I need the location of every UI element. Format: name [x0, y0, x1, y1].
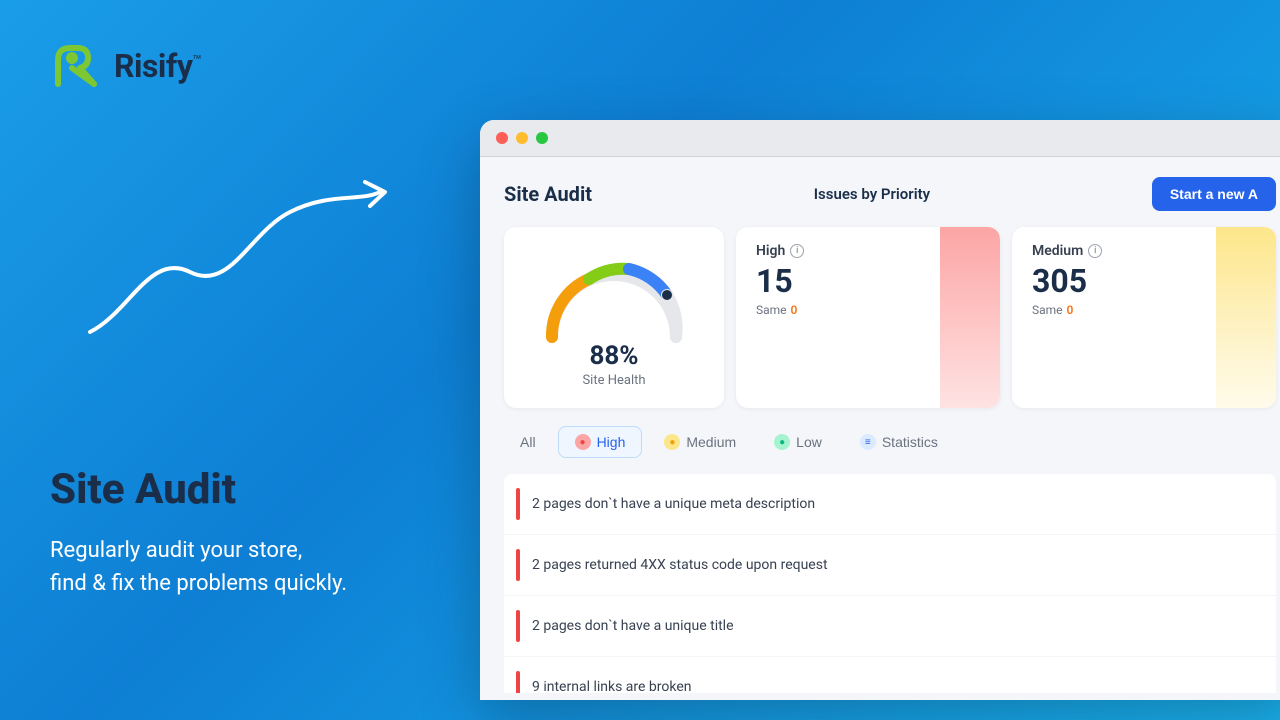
tab-high-icon: ● [575, 434, 591, 450]
filter-tabs: All ● High ● Medium ● Low ≡ Statistics [504, 426, 1276, 458]
wave-arrow-decoration [70, 172, 390, 372]
tab-low-icon: ● [774, 434, 790, 450]
issue-item[interactable]: 2 pages don`t have a unique meta descrip… [504, 474, 1276, 535]
issue-item[interactable]: 9 internal links are broken [504, 657, 1276, 693]
priority-card-high: High i 15 Same 0 [736, 227, 1000, 408]
issue-indicator [516, 610, 520, 642]
issues-priority-label: Issues by Priority [814, 185, 930, 203]
audit-page-title: Site Audit [504, 182, 592, 206]
left-content: Site Audit Regularly audit your store, f… [50, 465, 470, 680]
issue-item[interactable]: 2 pages returned 4XX status code upon re… [504, 535, 1276, 596]
stats-row: 88% Site Health High i 15 Same 0 [504, 227, 1276, 408]
issue-text: 9 internal links are broken [532, 679, 691, 693]
priority-bar-high [940, 227, 1000, 408]
issue-indicator [516, 488, 520, 520]
browser-chrome [480, 120, 1280, 157]
issue-item[interactable]: 2 pages don`t have a unique title [504, 596, 1276, 657]
issue-indicator [516, 549, 520, 581]
tab-stats-icon: ≡ [860, 434, 876, 450]
audit-header: Site Audit Issues by Priority Start a ne… [504, 177, 1276, 211]
priority-info-icon-medium: i [1088, 244, 1102, 258]
tab-medium-icon: ● [664, 434, 680, 450]
tab-medium[interactable]: ● Medium [648, 427, 752, 457]
gauge-label: Site Health [582, 373, 645, 388]
issue-indicator [516, 671, 520, 693]
tab-all[interactable]: All [504, 427, 552, 457]
issue-text: 2 pages returned 4XX status code upon re… [532, 557, 828, 573]
tab-high[interactable]: ● High [558, 426, 643, 458]
left-panel: Risify™ Site Audit Regularly audit your … [0, 0, 520, 720]
site-health-gauge [534, 247, 694, 347]
issue-text: 2 pages don`t have a unique title [532, 618, 734, 634]
gauge-card: 88% Site Health [504, 227, 724, 408]
priority-label-high: High [756, 243, 785, 259]
gauge-percent: 88% [589, 341, 638, 371]
priority-info-icon-high: i [790, 244, 804, 258]
browser-dot-yellow [516, 132, 528, 144]
brand-name: Risify™ [114, 47, 201, 85]
left-subtitle: Regularly audit your store, find & fix t… [50, 534, 470, 600]
priority-card-medium: Medium i 305 Same 0 [1012, 227, 1276, 408]
browser-dot-red [496, 132, 508, 144]
logo-area: Risify™ [50, 40, 470, 92]
priority-bar-medium [1216, 227, 1276, 408]
issue-text: 2 pages don`t have a unique meta descrip… [532, 496, 815, 512]
browser-dot-green [536, 132, 548, 144]
browser-window: Site Audit Issues by Priority Start a ne… [480, 120, 1280, 700]
issue-list: 2 pages don`t have a unique meta descrip… [504, 474, 1276, 693]
tab-low[interactable]: ● Low [758, 427, 838, 457]
left-title: Site Audit [50, 465, 470, 514]
start-new-button[interactable]: Start a new A [1152, 177, 1276, 211]
tab-statistics[interactable]: ≡ Statistics [844, 427, 954, 457]
risify-logo-icon [50, 40, 102, 92]
priority-label-medium: Medium [1032, 243, 1083, 259]
browser-content: Site Audit Issues by Priority Start a ne… [480, 157, 1280, 693]
